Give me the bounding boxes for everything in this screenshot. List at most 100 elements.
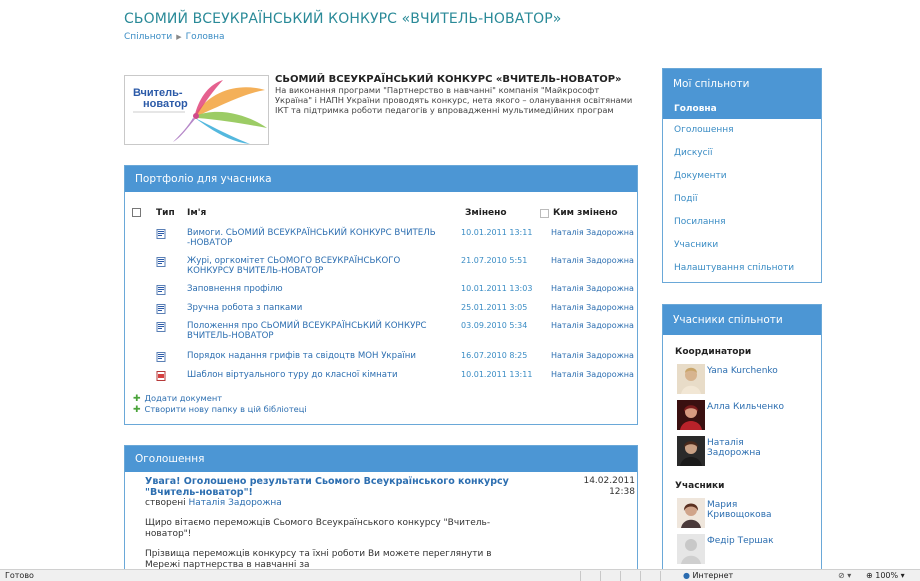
author-link[interactable]: Наталія Задорожна: [189, 498, 282, 508]
create-folder-label[interactable]: Створити нову папку в цій бібліотеці: [145, 404, 307, 414]
member-name[interactable]: Федір Тершак: [707, 536, 797, 546]
member-item[interactable]: Федір Тершак: [677, 531, 821, 567]
logo-text-2: новатор: [143, 98, 188, 110]
col-modified[interactable]: Змінено: [465, 208, 507, 218]
word-doc-icon: [156, 229, 166, 239]
member-item[interactable]: Алла Кильченко: [677, 397, 821, 433]
announcement-headline[interactable]: Увага! Оголошено результати Сьомого Всеу…: [145, 476, 525, 498]
doc-modified-by[interactable]: Наталія Задорожна: [551, 351, 634, 360]
add-document-label[interactable]: Додати документ: [145, 393, 223, 403]
create-folder-link[interactable]: ✚ Створити нову папку в цій бібліотеці: [133, 404, 307, 415]
doc-modified: 10.01.2011 13:11: [461, 228, 533, 237]
announcement-time: 12:38: [609, 487, 635, 497]
avatar: [677, 436, 705, 466]
zone-label: Интернет: [692, 571, 734, 580]
portfolio-title: Портфоліо для учасника: [125, 166, 637, 192]
word-doc-icon: [156, 257, 166, 267]
pdf-doc-icon: [156, 371, 166, 381]
word-doc-icon: [156, 352, 166, 362]
select-all-checkbox[interactable]: [132, 208, 141, 217]
doc-name[interactable]: Заповнення профілю: [187, 284, 447, 294]
portfolio-actions: ✚ Додати документ ✚ Створити нову папку в …: [133, 393, 307, 415]
security-zone: ● Интернет: [683, 571, 733, 580]
doc-modified-by[interactable]: Наталія Задорожна: [551, 228, 634, 237]
announcement-para-1: Щиро вітаємо переможців Сьомого Всеукраї…: [145, 518, 491, 539]
doc-name[interactable]: Вимоги. СЬОМИЙ ВСЕУКРАЇНСЬКИЙ КОНКУРС ВЧ…: [187, 228, 447, 248]
doc-modified: 25.01.2011 3:05: [461, 303, 528, 312]
status-divider: [580, 571, 581, 581]
members-panel: Учасники спільноти Координатори Yana Kur…: [662, 304, 822, 581]
announcement-date: 14.02.2011: [583, 476, 635, 486]
nav-item-home[interactable]: Головна: [663, 99, 821, 119]
contest-logo: Вчитель- новатор: [124, 75, 269, 145]
member-item[interactable]: Мария Кривощокова: [677, 495, 821, 531]
member-item[interactable]: Yana Kurchenko: [677, 361, 821, 397]
member-name[interactable]: Yana Kurchenko: [707, 366, 797, 376]
doc-name[interactable]: Шаблон віртуального туру до класної кімн…: [187, 370, 447, 380]
member-name[interactable]: Мария Кривощокова: [707, 500, 797, 520]
member-item[interactable]: Наталія Задорожна: [677, 433, 821, 469]
announcements-panel: Оголошення Увага! Оголошено результати С…: [124, 445, 638, 571]
doc-modified-by[interactable]: Наталія Задорожна: [551, 256, 634, 265]
nav-item-members[interactable]: Учасники: [663, 234, 821, 257]
status-bar: Готово ● Интернет ⊘ ▾ ⊕ 100% ▾: [0, 569, 920, 581]
my-communities-title: Мої спільноти: [663, 69, 821, 99]
modified-by-checkbox[interactable]: [540, 209, 549, 218]
nav-item-events[interactable]: Події: [663, 188, 821, 211]
breadcrumb: Спільноти ▶ Головна: [124, 32, 225, 42]
nav-item-announcements[interactable]: Оголошення: [663, 119, 821, 142]
doc-modified: 10.01.2011 13:11: [461, 370, 533, 379]
zoom-level: 100%: [875, 571, 899, 580]
member-name[interactable]: Наталія Задорожна: [707, 438, 797, 458]
announcements-title: Оголошення: [125, 446, 637, 472]
nav-item-settings[interactable]: Налаштування спільноти: [663, 257, 821, 280]
word-doc-icon: [156, 304, 166, 314]
breadcrumb-separator-icon: ▶: [176, 33, 182, 41]
avatar: [677, 364, 705, 394]
doc-modified-by[interactable]: Наталія Задорожна: [551, 303, 634, 312]
announcement-para-2: Прізвища переможців конкурсу та їхні роб…: [145, 549, 492, 570]
doc-modified: 03.09.2010 5:34: [461, 321, 528, 330]
col-modified-by[interactable]: Ким змінено: [553, 208, 618, 218]
doc-modified-by[interactable]: Наталія Задорожна: [551, 370, 634, 379]
nav-item-links[interactable]: Посилання: [663, 211, 821, 234]
word-doc-icon: [156, 322, 166, 332]
doc-modified: 16.07.2010 8:25: [461, 351, 528, 360]
members-title: Учасники спільноти: [663, 305, 821, 335]
intro-description: На виконання програми "Партнерство в нав…: [275, 85, 633, 115]
breadcrumb-home[interactable]: Головна: [186, 32, 225, 42]
intro-text: СЬОМИЙ ВСЕУКРАЇНСЬКИЙ КОНКУРС «ВЧИТЕЛЬ-Н…: [275, 74, 635, 115]
status-divider: [620, 571, 621, 581]
zoom-icon: ⊕: [866, 571, 873, 580]
add-document-link[interactable]: ✚ Додати документ: [133, 393, 307, 404]
doc-name[interactable]: Положення про СЬОМИЙ ВСЕУКРАЇНСЬКИЙ КОНК…: [187, 321, 447, 341]
doc-modified-by[interactable]: Наталія Задорожна: [551, 321, 634, 330]
doc-name[interactable]: Порядок надання грифів та свідоцтв МОН У…: [187, 351, 447, 361]
nav-item-documents[interactable]: Документи: [663, 165, 821, 188]
plus-icon: ✚: [133, 405, 141, 415]
portfolio-panel: Портфоліо для учасника Тип Ім'я Змінено …: [124, 165, 638, 425]
doc-modified: 10.01.2011 13:03: [461, 284, 533, 293]
doc-name[interactable]: Журі, оргкомітет СЬОМОГО ВСЕУКРАЇНСЬКОГО…: [187, 256, 447, 276]
announcement-item: Увага! Оголошено результати Сьомого Всеу…: [145, 476, 635, 571]
doc-modified-by[interactable]: Наталія Задорожна: [551, 284, 634, 293]
col-name[interactable]: Ім'я: [187, 208, 206, 218]
participants-heading: Учасники: [675, 481, 725, 491]
contest-logo-graphic: Вчитель- новатор: [133, 80, 267, 144]
portfolio-table-header: Тип Ім'я Змінено Ким змінено: [125, 208, 637, 222]
col-type[interactable]: Тип: [156, 208, 175, 218]
created-label: створені: [145, 498, 186, 508]
avatar: [677, 534, 705, 564]
word-doc-icon: [156, 285, 166, 295]
status-divider: [600, 571, 601, 581]
breadcrumb-communities-link[interactable]: Спільноти: [124, 32, 172, 42]
doc-name[interactable]: Зручна робота з папками: [187, 303, 447, 313]
globe-icon: ●: [683, 571, 690, 580]
nav-item-discussions[interactable]: Дискусії: [663, 142, 821, 165]
status-divider: [660, 571, 661, 581]
member-name[interactable]: Алла Кильченко: [707, 402, 797, 412]
zoom-control[interactable]: ⊕ 100% ▾: [866, 571, 905, 580]
doc-modified: 21.07.2010 5:51: [461, 256, 528, 265]
protected-mode-icon[interactable]: ⊘ ▾: [838, 571, 851, 580]
coordinators-heading: Координатори: [675, 347, 752, 357]
